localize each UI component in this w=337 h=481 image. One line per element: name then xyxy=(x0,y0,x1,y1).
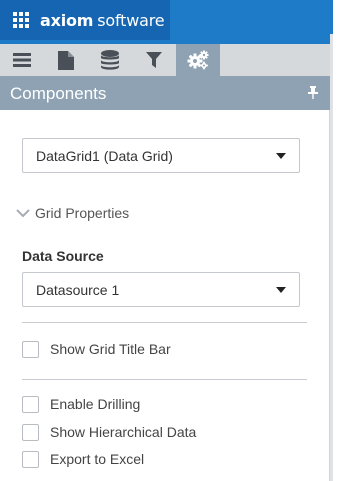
enable-drilling-label: Enable Drilling xyxy=(50,396,141,412)
show-hierarchical-data-checkbox[interactable] xyxy=(22,423,39,441)
document-icon xyxy=(58,50,74,70)
component-select-value: DataGrid1 (Data Grid) xyxy=(36,148,173,164)
panel-scroll-edge xyxy=(330,34,333,481)
divider xyxy=(22,322,307,323)
menu-icon xyxy=(13,53,31,67)
show-grid-title-bar-checkbox[interactable] xyxy=(22,340,39,358)
brand-name-light: software xyxy=(97,10,165,30)
database-button[interactable] xyxy=(88,44,132,76)
grid-properties-toggle[interactable]: Grid Properties xyxy=(16,203,129,223)
data-source-select[interactable]: Datasource 1 xyxy=(22,272,300,307)
data-source-label: Data Source xyxy=(22,248,104,264)
divider xyxy=(22,379,307,380)
chevron-down-icon xyxy=(276,287,286,293)
document-button[interactable] xyxy=(44,44,88,76)
show-grid-title-bar-option[interactable]: Show Grid Title Bar xyxy=(22,340,171,358)
brand-name: axiom software xyxy=(40,10,165,30)
grid-properties-label: Grid Properties xyxy=(35,205,130,221)
brand-name-strong: axiom xyxy=(40,10,94,30)
export-to-excel-label: Export to Excel xyxy=(50,451,145,467)
panel-title: Components xyxy=(10,84,107,103)
component-select[interactable]: DataGrid1 (Data Grid) xyxy=(22,138,300,173)
app-header: axiom software xyxy=(0,0,333,44)
chevron-down-icon xyxy=(276,153,286,159)
chevron-down-icon xyxy=(16,208,30,217)
filter-button[interactable] xyxy=(132,44,176,76)
components-panel: Components DataGrid1 (Data Grid) Grid Pr… xyxy=(0,76,330,481)
export-to-excel-checkbox[interactable] xyxy=(22,450,39,468)
gears-icon xyxy=(187,50,209,70)
app-logo[interactable]: axiom software xyxy=(0,0,170,40)
show-hierarchical-data-label: Show Hierarchical Data xyxy=(50,424,197,440)
data-source-value: Datasource 1 xyxy=(36,282,120,298)
panel-header: Components xyxy=(0,76,330,110)
toolbar xyxy=(0,44,333,76)
export-to-excel-option[interactable]: Export to Excel xyxy=(22,450,144,468)
show-grid-title-bar-label: Show Grid Title Bar xyxy=(50,341,171,357)
database-icon xyxy=(101,50,119,70)
enable-drilling-option[interactable]: Enable Drilling xyxy=(22,395,140,413)
filter-icon xyxy=(146,52,162,68)
pin-icon[interactable] xyxy=(308,86,318,99)
components-button[interactable] xyxy=(176,44,220,76)
show-hierarchical-data-option[interactable]: Show Hierarchical Data xyxy=(22,423,196,441)
menu-button[interactable] xyxy=(0,44,44,76)
enable-drilling-checkbox[interactable] xyxy=(22,395,39,413)
app-grid-icon[interactable] xyxy=(13,12,29,28)
